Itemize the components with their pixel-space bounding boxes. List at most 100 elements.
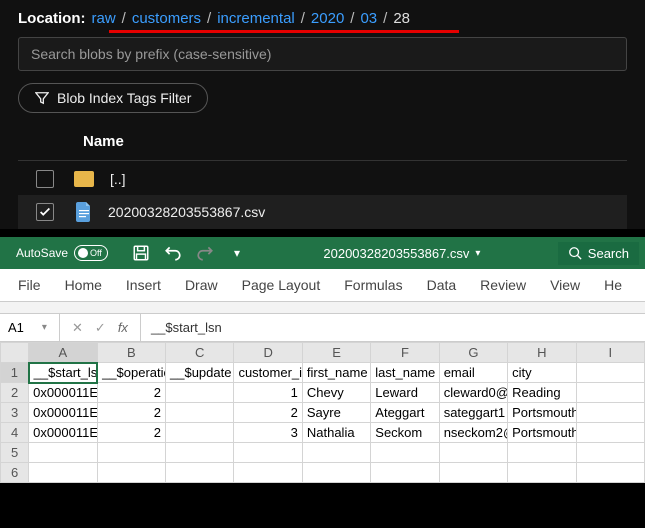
cell-I3[interactable]: [576, 403, 644, 423]
cell-E2[interactable]: Chevy: [302, 383, 370, 403]
spreadsheet-grid[interactable]: ABCDEFGHI1__$start_lsn__$operation__$upd…: [0, 342, 645, 483]
cancel-icon[interactable]: ✕: [72, 320, 83, 336]
tab-view[interactable]: View: [550, 277, 580, 293]
cell-F4[interactable]: Seckom: [371, 423, 439, 443]
cell-C5[interactable]: [166, 443, 234, 463]
cell-C1[interactable]: __$update: [166, 363, 234, 383]
cell-F3[interactable]: Ateggart: [371, 403, 439, 423]
cell-F5[interactable]: [371, 443, 439, 463]
select-all-corner[interactable]: [1, 343, 29, 363]
breadcrumb-2020[interactable]: 2020: [311, 10, 344, 27]
fx-icon[interactable]: fx: [118, 320, 128, 335]
cell-I5[interactable]: [576, 443, 644, 463]
cell-A5[interactable]: [29, 443, 97, 463]
col-header-F[interactable]: F: [371, 343, 439, 363]
enter-icon[interactable]: ✓: [95, 320, 106, 336]
tab-insert[interactable]: Insert: [126, 277, 161, 293]
cell-I4[interactable]: [576, 423, 644, 443]
cell-E6[interactable]: [302, 463, 370, 483]
cell-D6[interactable]: [234, 463, 302, 483]
cell-E5[interactable]: [302, 443, 370, 463]
undo-icon[interactable]: [164, 244, 182, 262]
cell-A1[interactable]: __$start_lsn: [29, 363, 97, 383]
row-header-3[interactable]: 3: [1, 403, 29, 423]
col-header-I[interactable]: I: [576, 343, 644, 363]
breadcrumb-incremental[interactable]: incremental: [217, 10, 295, 27]
col-header-D[interactable]: D: [234, 343, 302, 363]
row-header-1[interactable]: 1: [1, 363, 29, 383]
col-header-B[interactable]: B: [97, 343, 165, 363]
cell-H1[interactable]: city: [508, 363, 576, 383]
tab-formulas[interactable]: Formulas: [344, 277, 402, 293]
column-header-name[interactable]: Name: [18, 123, 627, 160]
cell-D3[interactable]: 2: [234, 403, 302, 423]
breadcrumb-03[interactable]: 03: [360, 10, 377, 27]
name-box[interactable]: A1 ▾: [0, 314, 60, 341]
cell-B4[interactable]: 2: [97, 423, 165, 443]
breadcrumb-customers[interactable]: customers: [132, 10, 201, 27]
cell-B3[interactable]: 2: [97, 403, 165, 423]
cell-F6[interactable]: [371, 463, 439, 483]
cell-B2[interactable]: 2: [97, 383, 165, 403]
cell-D1[interactable]: customer_id: [234, 363, 302, 383]
list-item-file[interactable]: 20200328203553867.csv: [18, 195, 627, 229]
cell-A3[interactable]: 0x000011E3: [29, 403, 97, 423]
cell-E4[interactable]: Nathalia: [302, 423, 370, 443]
tab-draw[interactable]: Draw: [185, 277, 218, 293]
cell-G2[interactable]: cleward0@: [439, 383, 507, 403]
cell-A2[interactable]: 0x000011E3: [29, 383, 97, 403]
excel-filename[interactable]: 20200328203553867.csv ▾: [246, 246, 558, 261]
row-header-6[interactable]: 6: [1, 463, 29, 483]
cell-F2[interactable]: Leward: [371, 383, 439, 403]
tab-help[interactable]: He: [604, 277, 622, 293]
search-input[interactable]: [18, 37, 627, 71]
redo-icon[interactable]: [196, 244, 214, 262]
col-header-H[interactable]: H: [508, 343, 576, 363]
cell-C3[interactable]: [166, 403, 234, 423]
col-header-C[interactable]: C: [166, 343, 234, 363]
qat-customize-icon[interactable]: ▾: [228, 244, 246, 262]
cell-E3[interactable]: Sayre: [302, 403, 370, 423]
cell-I6[interactable]: [576, 463, 644, 483]
cell-H2[interactable]: Reading: [508, 383, 576, 403]
cell-G4[interactable]: nseckom2@: [439, 423, 507, 443]
cell-B5[interactable]: [97, 443, 165, 463]
tab-page-layout[interactable]: Page Layout: [242, 277, 321, 293]
cell-D2[interactable]: 1: [234, 383, 302, 403]
cell-B1[interactable]: __$operation: [97, 363, 165, 383]
cell-C6[interactable]: [166, 463, 234, 483]
cell-E1[interactable]: first_name: [302, 363, 370, 383]
cell-I2[interactable]: [576, 383, 644, 403]
cell-H4[interactable]: Portsmouth: [508, 423, 576, 443]
save-icon[interactable]: [132, 244, 150, 262]
cell-C2[interactable]: [166, 383, 234, 403]
list-item-parent[interactable]: [..]: [18, 163, 627, 195]
row-header-4[interactable]: 4: [1, 423, 29, 443]
cell-F1[interactable]: last_name: [371, 363, 439, 383]
cell-A4[interactable]: 0x000011E3: [29, 423, 97, 443]
tab-review[interactable]: Review: [480, 277, 526, 293]
row-header-5[interactable]: 5: [1, 443, 29, 463]
checkbox[interactable]: [36, 170, 54, 188]
cell-I1[interactable]: [576, 363, 644, 383]
col-header-A[interactable]: A: [29, 343, 97, 363]
cell-D5[interactable]: [234, 443, 302, 463]
tab-data[interactable]: Data: [427, 277, 457, 293]
cell-G3[interactable]: sateggart1: [439, 403, 507, 423]
cell-G5[interactable]: [439, 443, 507, 463]
autosave-toggle[interactable]: AutoSave Off: [6, 245, 118, 261]
cell-G1[interactable]: email: [439, 363, 507, 383]
cell-C4[interactable]: [166, 423, 234, 443]
cell-H5[interactable]: [508, 443, 576, 463]
tab-file[interactable]: File: [18, 277, 41, 293]
col-header-G[interactable]: G: [439, 343, 507, 363]
cell-H3[interactable]: Portsmouth: [508, 403, 576, 423]
cell-H6[interactable]: [508, 463, 576, 483]
tab-home[interactable]: Home: [65, 277, 102, 293]
cell-D4[interactable]: 3: [234, 423, 302, 443]
formula-input[interactable]: __$start_lsn: [141, 314, 645, 341]
blob-index-filter-button[interactable]: Blob Index Tags Filter: [18, 83, 208, 113]
col-header-E[interactable]: E: [302, 343, 370, 363]
row-header-2[interactable]: 2: [1, 383, 29, 403]
cell-B6[interactable]: [97, 463, 165, 483]
